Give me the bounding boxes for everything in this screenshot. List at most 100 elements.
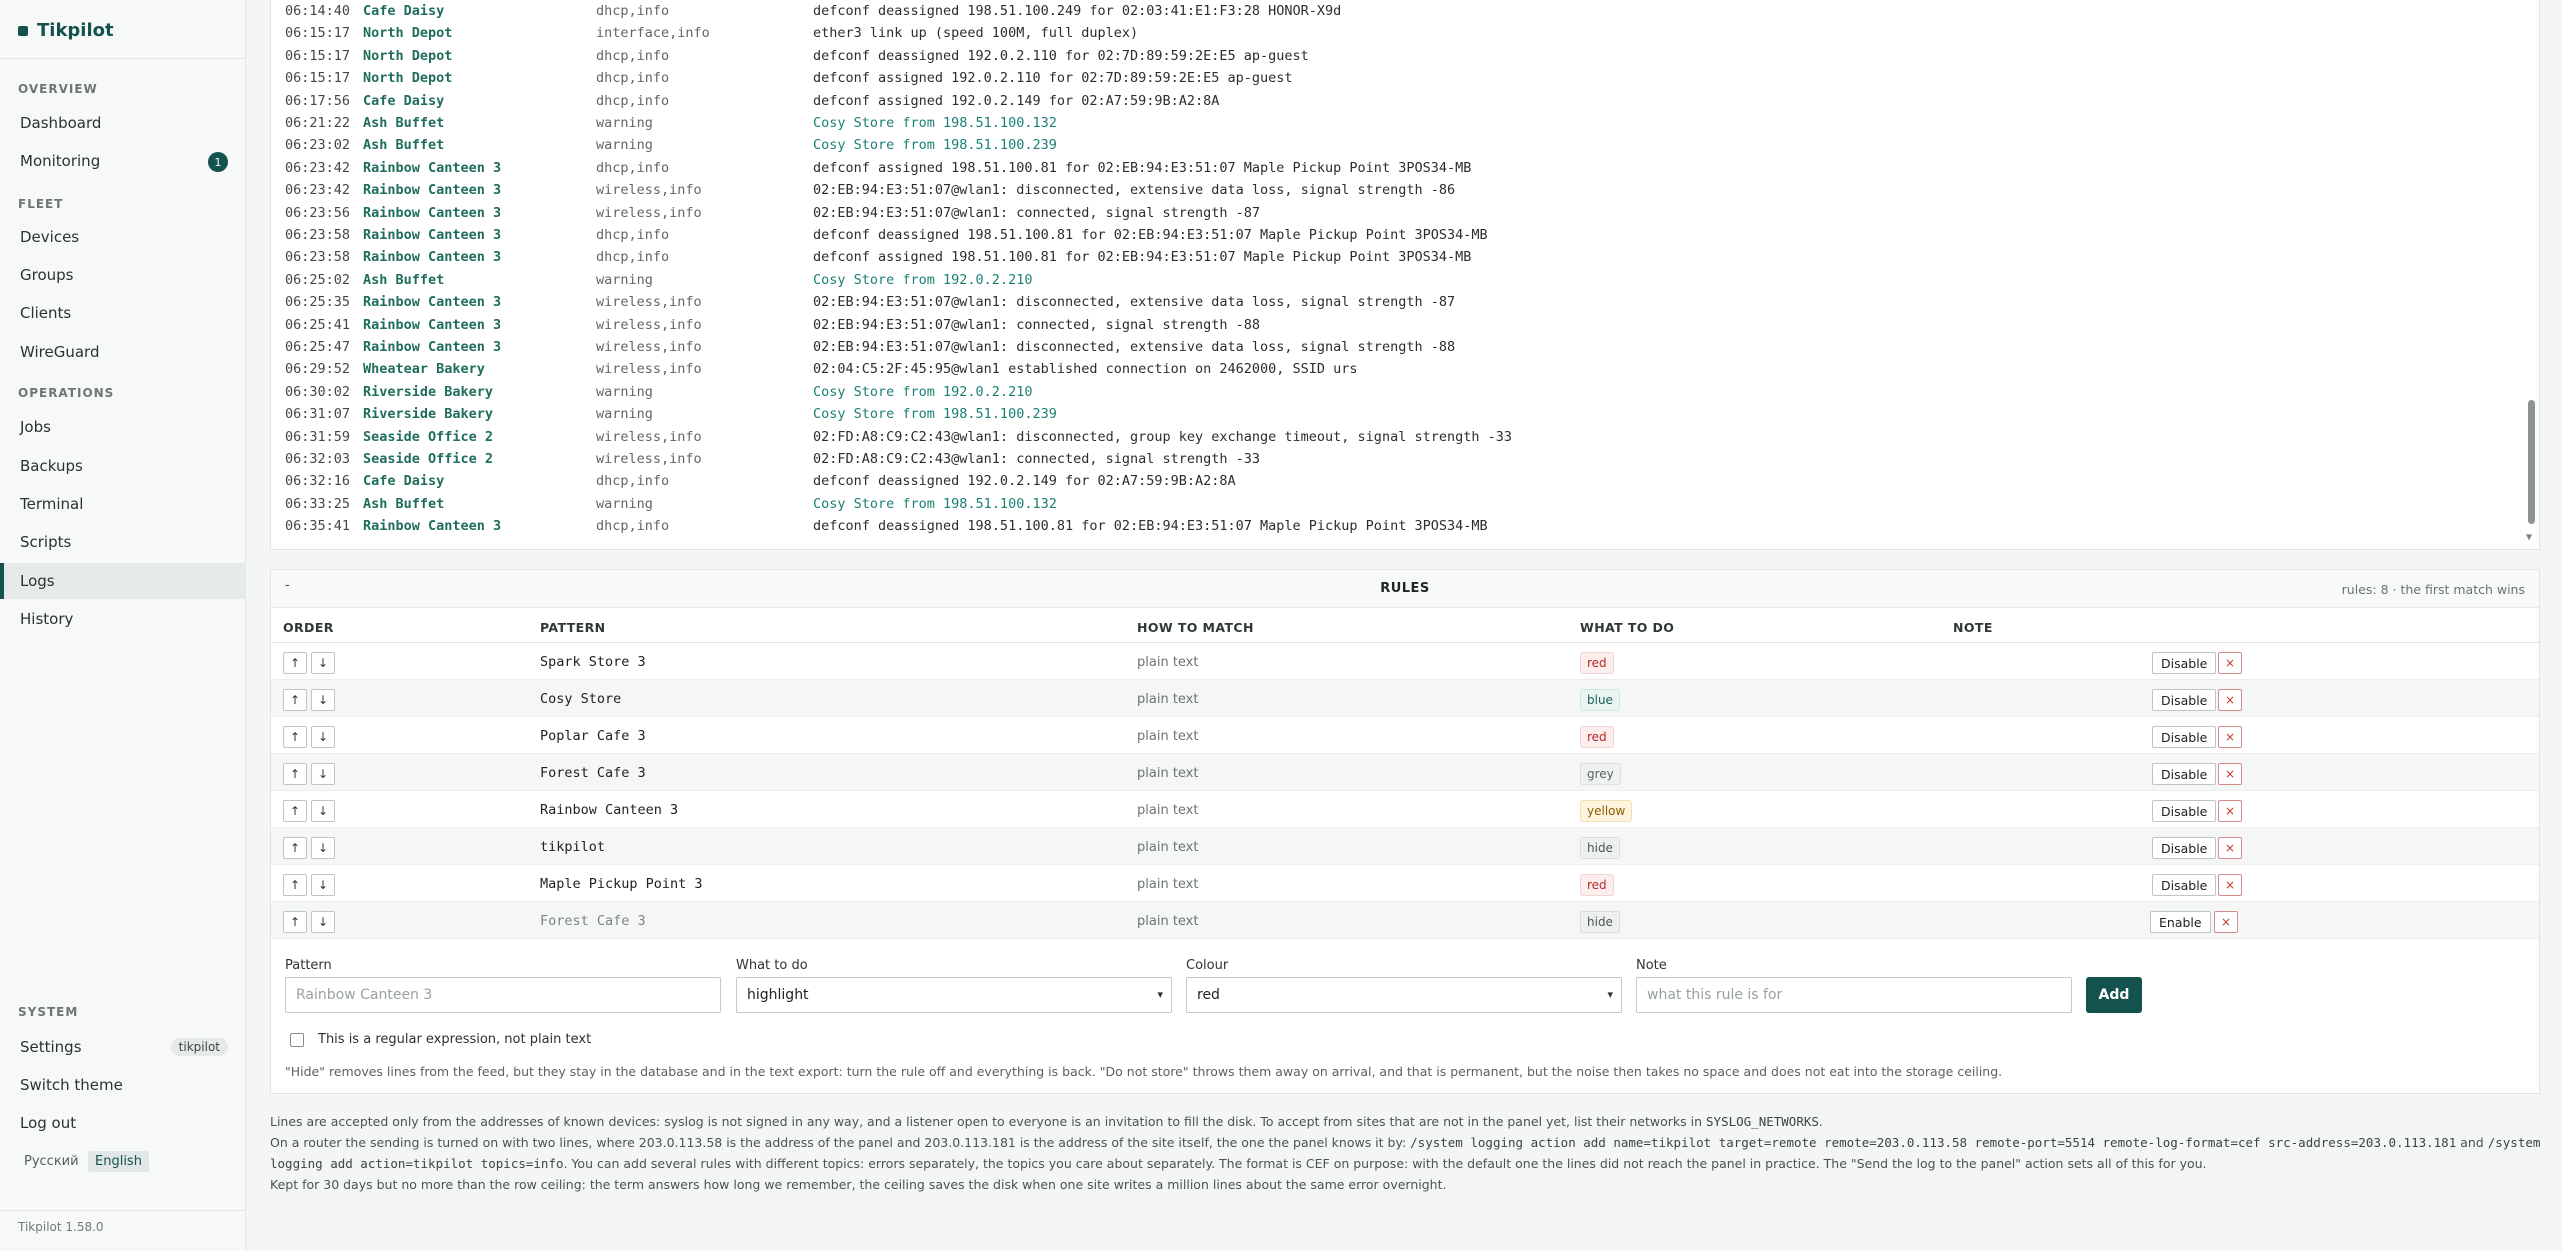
log-device[interactable]: Rainbow Canteen 3	[363, 205, 501, 221]
log-time: 06:32:03	[285, 451, 351, 467]
log-device[interactable]: Ash Buffet	[363, 496, 444, 512]
log-device[interactable]: North Depot	[363, 25, 452, 41]
log-device[interactable]: North Depot	[363, 48, 452, 64]
sidebar-item-settings[interactable]: Settings tikpilot	[0, 1029, 246, 1065]
delete-rule-button[interactable]: ×	[2218, 726, 2242, 748]
rule-row: ↑ ↓ Spark Store 3 plain text red Disable ×	[271, 643, 2539, 680]
delete-rule-button[interactable]: ×	[2218, 689, 2242, 711]
scrollbar-thumb[interactable]	[2528, 400, 2535, 524]
section-fleet: FLEET	[18, 197, 64, 211]
log-device[interactable]: Ash Buffet	[363, 115, 444, 131]
move-up-button[interactable]: ↑	[283, 726, 307, 748]
log-feed[interactable]: 06:14:40 Cafe Daisy dhcp,info defconf deass…	[270, 0, 2540, 550]
log-device[interactable]: Rainbow Canteen 3	[363, 160, 501, 176]
what-to-do-select[interactable]: highlight ▾	[736, 977, 1172, 1013]
regex-checkbox-label[interactable]: This is a regular expression, not plain …	[318, 1032, 591, 1047]
log-device[interactable]: Ash Buffet	[363, 137, 444, 153]
sidebar-item-jobs[interactable]: Jobs	[0, 409, 246, 445]
move-down-button[interactable]: ↓	[311, 652, 335, 674]
sidebar-item-history[interactable]: History	[0, 601, 246, 637]
log-device[interactable]: Cafe Daisy	[363, 3, 444, 19]
rule-toggle-button[interactable]: Disable	[2152, 726, 2217, 748]
sidebar-item-terminal[interactable]: Terminal	[0, 486, 246, 522]
note-input[interactable]: what this rule is for	[1636, 977, 2072, 1013]
log-row: 06:23:58 Rainbow Canteen 3 dhcp,info defcon…	[271, 224, 2521, 246]
move-up-button[interactable]: ↑	[283, 874, 307, 896]
scroll-down-icon[interactable]: ▼	[2526, 532, 2532, 543]
move-up-button[interactable]: ↑	[283, 800, 307, 822]
log-device[interactable]: Riverside Bakery	[363, 384, 493, 400]
rule-toggle-button[interactable]: Disable	[2152, 763, 2217, 785]
log-out-button[interactable]: Log out	[0, 1105, 246, 1141]
log-device[interactable]: Rainbow Canteen 3	[363, 339, 501, 355]
log-message: defconf deassigned 198.51.100.249 for 02…	[813, 3, 1342, 19]
log-device[interactable]: Rainbow Canteen 3	[363, 294, 501, 310]
log-device[interactable]: Rainbow Canteen 3	[363, 518, 501, 534]
move-up-button[interactable]: ↑	[283, 652, 307, 674]
rule-toggle-button[interactable]: Disable	[2152, 874, 2217, 896]
rule-match-type: plain text	[1137, 655, 1199, 670]
what-to-do-value: highlight	[747, 987, 809, 1003]
move-down-button[interactable]: ↓	[311, 837, 335, 859]
info-line-topics: logging add action=tikpilot topics=info.…	[270, 1156, 2207, 1171]
log-device[interactable]: Rainbow Canteen 3	[363, 249, 501, 265]
delete-rule-button[interactable]: ×	[2214, 911, 2238, 933]
log-device[interactable]: Seaside Office 2	[363, 429, 493, 445]
log-device[interactable]: Cafe Daisy	[363, 473, 444, 489]
sidebar-item-wireguard[interactable]: WireGuard	[0, 334, 246, 370]
log-time: 06:25:47	[285, 339, 351, 355]
log-message: Cosy Store from 198.51.100.132	[813, 495, 1057, 512]
log-row: 06:23:02 Ash Buffet warning Cosy Store from…	[271, 134, 2521, 156]
delete-rule-button[interactable]: ×	[2218, 874, 2242, 896]
move-down-button[interactable]: ↓	[311, 874, 335, 896]
move-down-button[interactable]: ↓	[311, 689, 335, 711]
log-scrollbar[interactable]: ▼	[2525, 0, 2537, 549]
rule-toggle-button[interactable]: Disable	[2152, 837, 2217, 859]
move-down-button[interactable]: ↓	[311, 726, 335, 748]
sidebar-item-devices[interactable]: Devices	[0, 219, 246, 255]
rule-toggle-button[interactable]: Disable	[2152, 800, 2217, 822]
rule-toggle-button[interactable]: Disable	[2152, 652, 2217, 674]
log-device[interactable]: Rainbow Canteen 3	[363, 182, 501, 198]
info-line-retention: Kept for 30 days but no more than the ro…	[270, 1177, 1447, 1192]
move-down-button[interactable]: ↓	[311, 911, 335, 933]
sidebar-item-label: Groups	[20, 266, 74, 284]
move-up-button[interactable]: ↑	[283, 763, 307, 785]
log-device[interactable]: North Depot	[363, 70, 452, 86]
sidebar-item-label: History	[20, 610, 74, 628]
rule-toggle-button[interactable]: Enable	[2150, 911, 2211, 933]
rule-toggle-button[interactable]: Disable	[2152, 689, 2217, 711]
sidebar-item-logs[interactable]: Logs	[0, 563, 246, 599]
delete-rule-button[interactable]: ×	[2218, 763, 2242, 785]
log-device[interactable]: Rainbow Canteen 3	[363, 317, 501, 333]
delete-rule-button[interactable]: ×	[2218, 837, 2242, 859]
log-device[interactable]: Ash Buffet	[363, 272, 444, 288]
sidebar-item-clients[interactable]: Clients	[0, 295, 246, 331]
log-device[interactable]: Cafe Daisy	[363, 93, 444, 109]
log-device[interactable]: Wheatear Bakery	[363, 361, 485, 377]
pattern-input[interactable]: Rainbow Canteen 3	[285, 977, 721, 1013]
log-topics: interface,info	[596, 25, 710, 42]
log-device[interactable]: Rainbow Canteen 3	[363, 227, 501, 243]
move-down-button[interactable]: ↓	[311, 800, 335, 822]
delete-rule-button[interactable]: ×	[2218, 800, 2242, 822]
move-up-button[interactable]: ↑	[283, 689, 307, 711]
move-down-button[interactable]: ↓	[311, 763, 335, 785]
log-device[interactable]: Riverside Bakery	[363, 406, 493, 422]
language-ru[interactable]: Русский	[17, 1151, 86, 1172]
move-up-button[interactable]: ↑	[283, 911, 307, 933]
switch-theme-button[interactable]: Switch theme	[0, 1067, 246, 1103]
language-en[interactable]: English	[88, 1151, 149, 1172]
sidebar-item-scripts[interactable]: Scripts	[0, 524, 246, 560]
delete-rule-button[interactable]: ×	[2218, 652, 2242, 674]
brand[interactable]: Tikpilot	[18, 20, 114, 41]
sidebar-item-backups[interactable]: Backups	[0, 448, 246, 484]
sidebar-item-monitoring[interactable]: Monitoring 1	[0, 143, 246, 179]
move-up-button[interactable]: ↑	[283, 837, 307, 859]
regex-checkbox[interactable]	[290, 1033, 304, 1047]
log-device[interactable]: Seaside Office 2	[363, 451, 493, 467]
colour-select[interactable]: red ▾	[1186, 977, 1622, 1013]
sidebar-item-groups[interactable]: Groups	[0, 257, 246, 293]
add-rule-button[interactable]: Add	[2086, 977, 2142, 1013]
sidebar-item-dashboard[interactable]: Dashboard	[0, 105, 246, 141]
